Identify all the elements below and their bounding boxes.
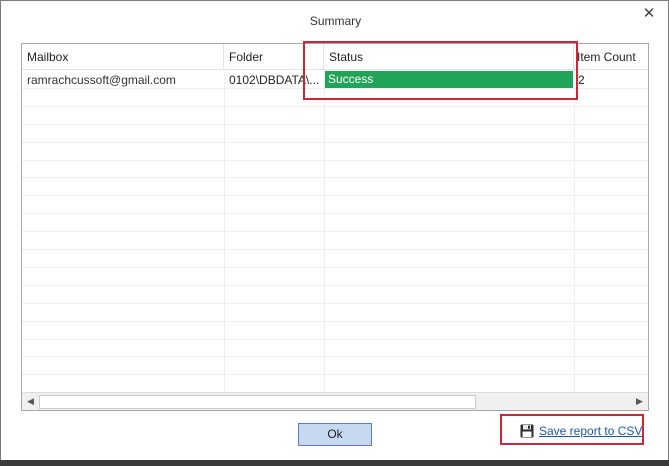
column-header-folder[interactable]: Folder [224, 44, 324, 69]
grid-row-line [22, 266, 648, 268]
grid-row-line [22, 87, 648, 89]
save-report-label[interactable]: Save report to CSV [539, 424, 642, 438]
floppy-disk-icon [520, 424, 534, 438]
save-report-highlight-box: Save report to CSV [500, 414, 644, 445]
grid-column-line [324, 70, 325, 392]
window-bottom-strip [0, 460, 669, 466]
save-report-link[interactable]: Save report to CSV [520, 423, 642, 439]
cell-item-count: 2 [578, 73, 585, 87]
grid-row-line [22, 302, 648, 304]
grid-row-line [22, 231, 648, 233]
grid-row-line [22, 195, 648, 197]
column-header-mailbox[interactable]: Mailbox [22, 44, 224, 69]
summary-dialog: Summary ✕ Mailbox Folder Status Item Cou… [0, 0, 669, 466]
grid-row-line [22, 249, 648, 250]
grid-row-line [22, 177, 648, 179]
cell-mailbox: ramrachcussoft@gmail.com [27, 73, 176, 87]
cell-folder: 0102\DBDATA\... [229, 73, 319, 87]
grid-row-line [22, 356, 648, 358]
close-icon[interactable]: ✕ [639, 5, 659, 23]
grid-column-line [224, 70, 225, 392]
dialog-title: Summary [309, 14, 362, 28]
grid-row-line [22, 284, 648, 286]
grid-row-line [22, 320, 648, 322]
summary-grid: Mailbox Folder Status Item Count ramrach… [21, 43, 649, 411]
grid-header: Mailbox Folder Status Item Count [22, 44, 648, 70]
horizontal-scrollbar[interactable]: ◀ ▶ [22, 392, 648, 410]
scroll-right-icon[interactable]: ▶ [631, 393, 648, 410]
grid-row-line [22, 123, 648, 125]
grid-row-line [22, 213, 648, 215]
grid-row-line [22, 374, 648, 376]
grid-row-line [22, 338, 648, 340]
grid-row-line [22, 105, 648, 107]
ok-button[interactable]: Ok [298, 423, 372, 446]
grid-column-line [574, 70, 575, 392]
column-header-status[interactable]: Status [324, 44, 574, 69]
grid-row-line [22, 159, 648, 161]
cell-status-success: Success [325, 71, 573, 88]
scroll-left-icon[interactable]: ◀ [22, 393, 39, 410]
scrollbar-thumb[interactable] [39, 395, 476, 409]
column-header-item-count[interactable]: Item Count [574, 44, 648, 69]
grid-row-line [22, 141, 648, 143]
